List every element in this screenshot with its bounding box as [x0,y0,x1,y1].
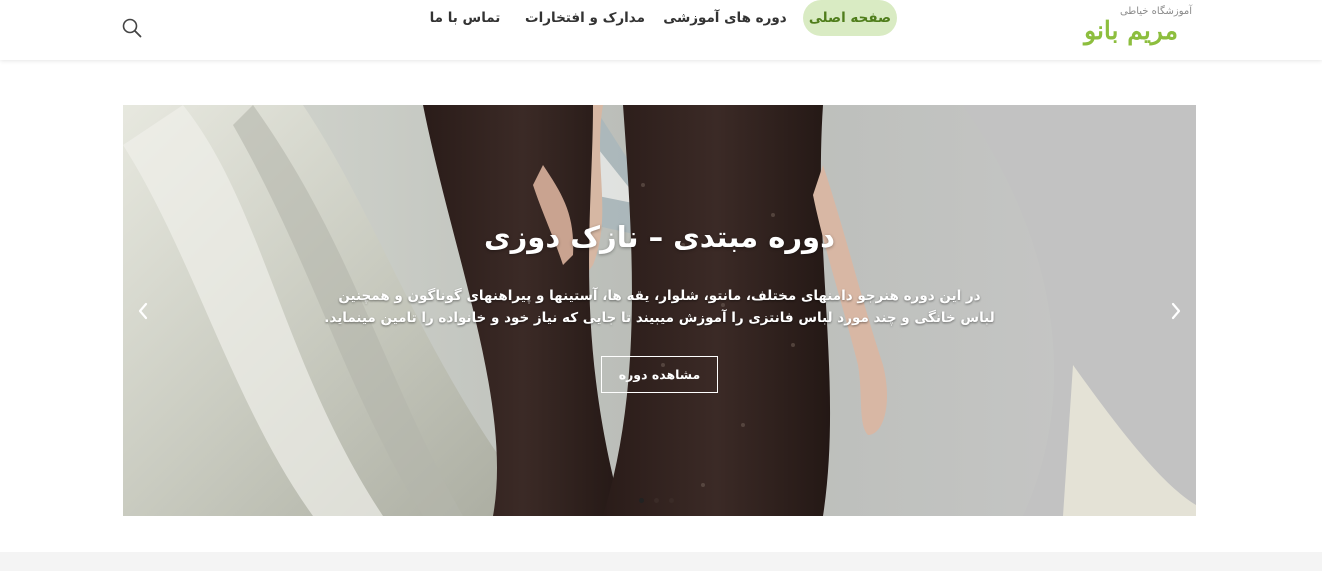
nav-item-contact[interactable]: تماس با ما [422,0,508,36]
search-icon[interactable] [120,16,144,40]
slider-dot-2[interactable] [654,498,659,503]
logo-title: مریم بانو [1084,16,1178,45]
page-section-divider [0,552,1322,571]
slide-description: در این دوره هنرجو دامنهای مختلف، مانتو، … [323,285,996,329]
hero-slider[interactable]: دوره مبتدی – نازک دوزی در این دوره هنرجو… [123,105,1196,516]
chevron-right-icon[interactable] [1168,301,1184,321]
slide-description-line-1: در این دوره هنرجو دامنهای مختلف، مانتو، … [338,288,981,304]
nav-item-courses[interactable]: دوره های آموزشی [660,0,790,36]
nav-item-home[interactable]: صفحه اصلی [803,0,897,36]
site-logo[interactable]: آموزشگاه خیاطی مریم بانو [1070,6,1192,50]
chevron-left-icon[interactable] [135,301,151,321]
slider-dot-1[interactable] [639,498,644,503]
view-course-button[interactable]: مشاهده دوره [601,356,718,393]
slider-dot-3[interactable] [669,498,674,503]
slide-description-line-2: لباس خانگی و چند مورد لباس فانتزی را آمو… [324,310,995,326]
site-header: آموزشگاه خیاطی مریم بانو صفحه اصلی دوره … [0,0,1322,60]
nav-item-certificates[interactable]: مدارک و افتخارات [522,0,648,36]
slide-title: دوره مبتدی – نازک دوزی [484,220,835,254]
